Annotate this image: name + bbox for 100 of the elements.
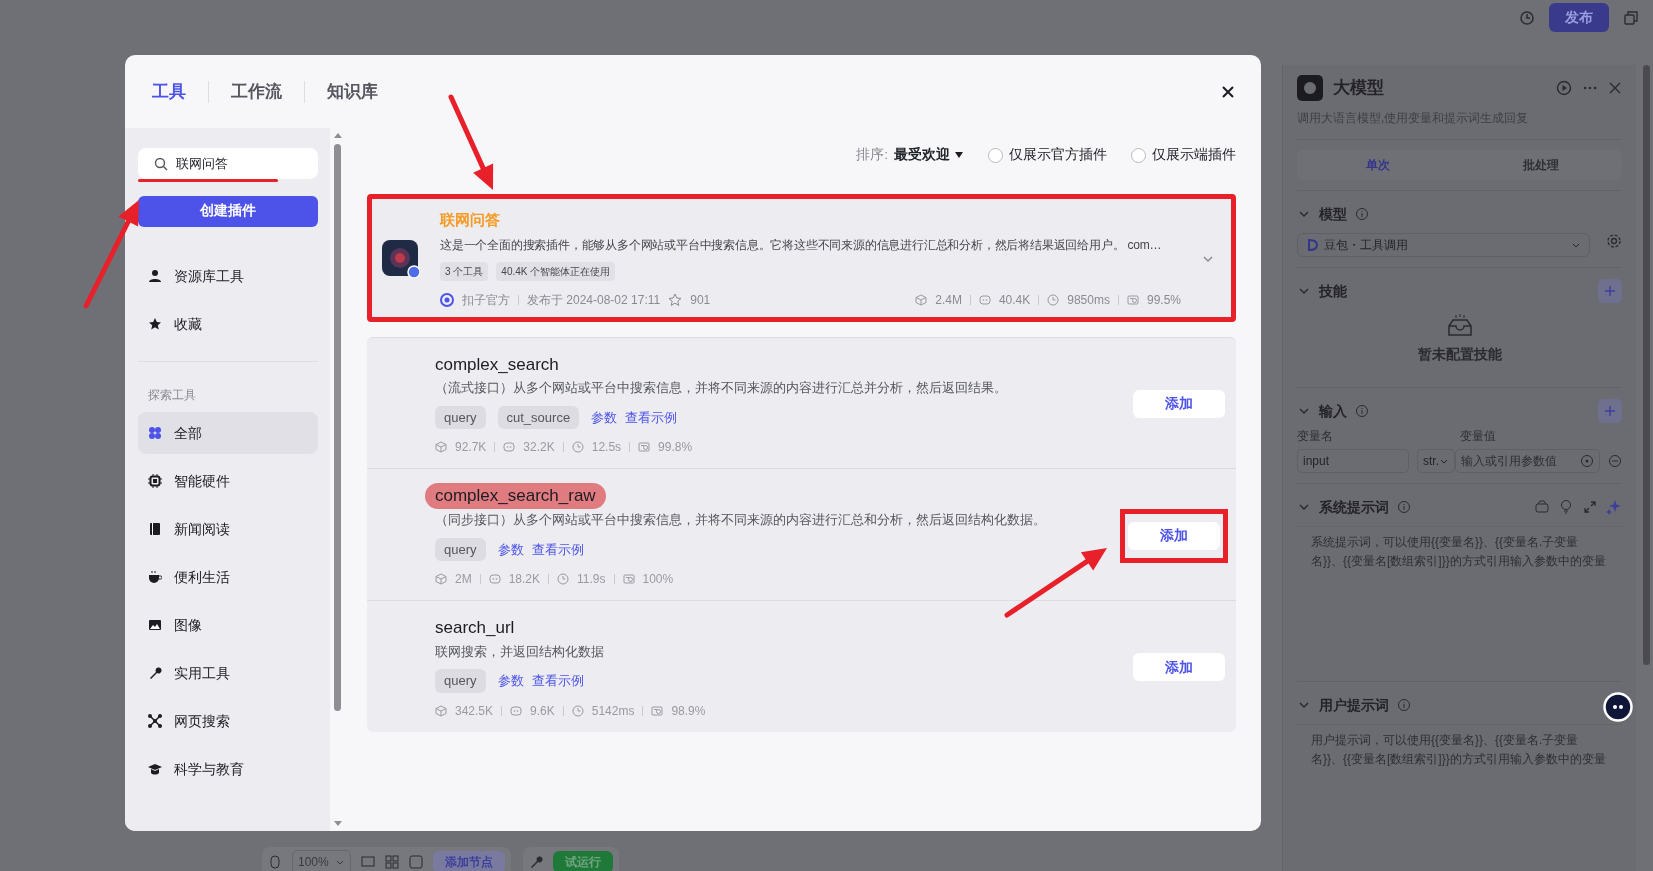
sort-dropdown[interactable]: 最受欢迎 — [894, 144, 964, 166]
stat-value: 100% — [642, 571, 674, 588]
parameter-tag: query — [435, 537, 486, 561]
sidebar-item[interactable]: 网页搜索 — [138, 700, 318, 742]
sidebar-item[interactable]: 新闻阅读 — [138, 508, 318, 550]
sparkle-icon[interactable] — [1606, 499, 1622, 516]
section-title: 系统提示词 — [1319, 497, 1389, 517]
person-icon — [148, 269, 162, 283]
radio-label[interactable]: 仅展示官方插件 — [1009, 144, 1107, 166]
cap-icon — [148, 762, 162, 776]
publish-button[interactable]: 发布 — [1549, 3, 1609, 32]
add-button[interactable]: 添加 — [1128, 521, 1220, 550]
link[interactable]: 查看示例 — [531, 671, 584, 691]
stat-value: 5142ms — [591, 702, 635, 720]
favorite-count: 901 — [690, 291, 711, 309]
dialog-tab[interactable]: 工作流 — [219, 78, 294, 105]
tool-description: （同步接口）从多个网站或平台中搜索信息，并将不同来源的内容进行汇总和分析，然后返回结构化数据。 — [435, 511, 1047, 529]
book-icon — [148, 522, 162, 536]
remove-icon[interactable] — [1608, 454, 1622, 469]
card-icon — [651, 704, 664, 717]
add-icon[interactable] — [1598, 399, 1622, 423]
note-icon[interactable] — [408, 855, 423, 869]
stat-value: 99.8% — [658, 439, 693, 457]
tool-name: complex_search_raw — [425, 483, 606, 509]
bulb-icon[interactable] — [1558, 499, 1574, 516]
settings-icon[interactable] — [1606, 233, 1622, 249]
scrollbar-thumb[interactable] — [334, 144, 341, 711]
create-plugin-button[interactable]: 创建插件 — [138, 196, 318, 227]
cube-icon — [435, 573, 447, 585]
add-button[interactable]: 添加 — [1133, 389, 1225, 418]
scroll-down-icon[interactable] — [333, 821, 342, 827]
link[interactable]: 参数 — [497, 671, 524, 691]
stat-value: 40.4K — [998, 291, 1031, 309]
section-title: 模型 — [1319, 204, 1347, 224]
parameter-tag: cut_source — [497, 405, 580, 430]
history-icon[interactable] — [1519, 9, 1535, 26]
card-icon — [1126, 293, 1139, 306]
type-select[interactable]: str. — [1417, 449, 1455, 474]
section-label: 探索工具 — [147, 387, 197, 404]
sidebar-item[interactable]: 科学与教育 — [138, 748, 318, 790]
tray-icon — [1445, 314, 1474, 338]
add-button[interactable]: 添加 — [1133, 653, 1225, 682]
chat-icon — [510, 704, 523, 717]
tool-name: complex_search — [435, 353, 559, 376]
mouse-icon[interactable] — [268, 855, 282, 869]
sidebar-item[interactable]: 便利生活 — [138, 556, 318, 598]
comment-icon[interactable] — [360, 855, 375, 869]
tool-name: search_url — [435, 617, 515, 639]
close-icon[interactable] — [1221, 84, 1235, 99]
add-icon[interactable] — [1598, 279, 1622, 303]
empty-message: 暂未配置技能 — [1417, 345, 1502, 364]
radio-label[interactable]: 仅展示端插件 — [1152, 144, 1236, 166]
link[interactable]: 查看示例 — [531, 539, 584, 559]
stat-value: 32.2K — [523, 439, 555, 457]
link[interactable]: 参数 — [591, 407, 618, 428]
card-icon — [638, 441, 651, 454]
tool-description: （流式接口）从多个网站或平台中搜索信息，并将不同来源的内容进行汇总并分析，然后返回结果。 — [435, 380, 1008, 397]
cube-icon — [435, 441, 447, 454]
radio-button[interactable] — [988, 147, 1003, 163]
sidebar-item[interactable]: 图像 — [138, 604, 318, 646]
cube-icon — [435, 704, 447, 717]
publish-date: 发布于 2024-08-02 17:11 — [527, 291, 661, 309]
sidebar-item[interactable]: 全部 — [138, 412, 318, 454]
library-icon[interactable] — [1534, 499, 1550, 516]
stat-value: 12.5s — [591, 439, 622, 457]
section-title: 输入 — [1319, 401, 1347, 421]
dialog-tab[interactable]: 工具 — [140, 78, 198, 105]
link[interactable]: 查看示例 — [625, 407, 678, 428]
official-badge-icon — [440, 292, 454, 307]
stat-value: 98.9% — [671, 702, 706, 720]
expand-icon[interactable] — [1582, 499, 1598, 516]
stat-value: 18.2K — [508, 571, 541, 588]
clock-icon — [571, 441, 584, 454]
input-field[interactable]: input — [1297, 449, 1409, 474]
tag: 40.4K 个智能体正在使用 — [496, 261, 616, 281]
scroll-up-icon[interactable] — [333, 132, 342, 138]
cup-icon — [148, 570, 162, 584]
sidebar-item[interactable]: 实用工具 — [138, 652, 318, 694]
model-select[interactable]: 豆包・工具调用 — [1297, 233, 1590, 257]
sidebar-item[interactable]: 资源库工具 — [138, 255, 318, 297]
layout-icon[interactable] — [384, 855, 399, 869]
copy-icon[interactable] — [1623, 9, 1639, 26]
plugin-name: 联网问答 — [440, 210, 501, 230]
chat-icon — [488, 573, 501, 585]
robot-button[interactable] — [1603, 692, 1633, 722]
sidebar-item[interactable]: 收藏 — [138, 303, 318, 345]
plugin-card[interactable]: 联网问答 这是一个全面的搜索插件，能够从多个网站或平台中搜索信息。它将这些不同来源的信息进行汇总和分析，然后将结果返回给用户。 com… 3 个工具 40.4K 个智能体正在使用 扣子官方 发布于 2024-08-02 17:11 901 2.4M 40.4K 9850ms 99.5% — [367, 194, 1236, 322]
section-title: 用户提示词 — [1319, 695, 1389, 715]
radio-button[interactable] — [1131, 147, 1146, 163]
plugin-logo-icon — [382, 239, 420, 278]
star-icon[interactable] — [668, 292, 683, 307]
search-field[interactable]: 联网问答 — [138, 148, 318, 179]
link[interactable]: 参数 — [497, 539, 524, 559]
tool-description: 联网搜索，并返回结构化数据 — [435, 643, 605, 661]
dialog-tab[interactable]: 知识库 — [315, 78, 390, 105]
play-icon[interactable] — [1556, 80, 1572, 96]
sidebar-item[interactable]: 智能硬件 — [138, 460, 318, 502]
publisher-name: 扣子官方 — [462, 291, 510, 309]
panel-title: 大模型 — [1333, 77, 1385, 100]
stat-value: 11.9s — [577, 571, 606, 588]
